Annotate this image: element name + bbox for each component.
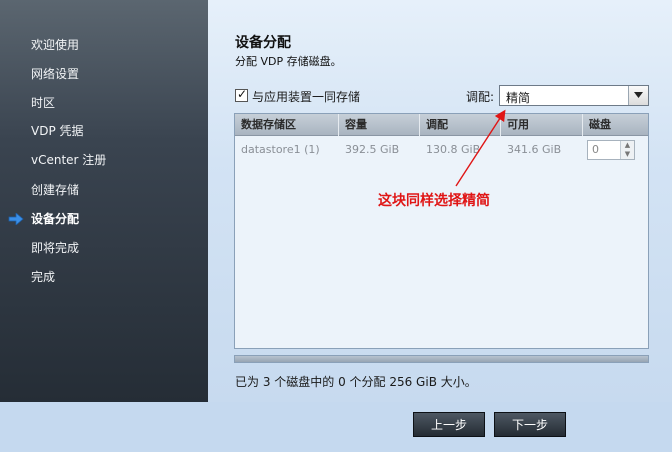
column-header-available[interactable]: 可用 — [501, 114, 583, 136]
cell-available: 341.6 GiB — [507, 143, 562, 156]
table-header: 数据存储区 容量 调配 可用 磁盘 — [235, 114, 648, 136]
datastore-table: 数据存储区 容量 调配 可用 磁盘 datastore1 (1) 392.5 G… — [234, 113, 649, 349]
cell-capacity: 392.5 GiB — [345, 143, 400, 156]
provisioning-select[interactable]: 精简 — [499, 85, 649, 106]
sidebar-item-vdp-credentials[interactable]: VDP 凭据 — [31, 121, 84, 141]
sidebar-item-network[interactable]: 网络设置 — [31, 64, 79, 84]
next-button[interactable]: 下一步 — [494, 412, 566, 437]
chevron-down-icon[interactable]: ▼ — [621, 150, 634, 159]
allocation-summary: 已为 3 个磁盘中的 0 个分配 256 GiB 大小。 — [235, 375, 477, 389]
cell-datastore: datastore1 (1) — [241, 143, 320, 156]
sidebar-item-create-storage[interactable]: 创建存储 — [31, 180, 79, 200]
page-subtitle: 分配 VDP 存储磁盘。 — [235, 55, 342, 68]
checkmark-icon: ✓ — [237, 87, 248, 101]
provisioning-label: 调配: — [466, 90, 495, 104]
wizard-footer: 上一步 下一步 — [0, 402, 672, 452]
annotation-text: 这块同样选择精简 — [378, 193, 490, 209]
page-title: 设备分配 — [235, 35, 291, 51]
column-header-capacity[interactable]: 容量 — [339, 114, 420, 136]
stepper-buttons[interactable]: ▲ ▼ — [620, 141, 634, 159]
column-header-disks[interactable]: 磁盘 — [583, 114, 649, 136]
back-button[interactable]: 上一步 — [413, 412, 485, 437]
wizard-sidebar: 欢迎使用 网络设置 时区 VDP 凭据 vCenter 注册 创建存储 设备分配… — [0, 0, 208, 402]
table-row[interactable]: datastore1 (1) 392.5 GiB 130.8 GiB 341.6… — [235, 137, 648, 163]
main-panel: 设备分配 分配 VDP 存储磁盘。 ✓ 与应用装置一同存储 调配: 精简 数据存… — [208, 0, 672, 402]
disk-count-stepper[interactable]: 0 ▲ ▼ — [587, 140, 635, 160]
sidebar-item-welcome[interactable]: 欢迎使用 — [31, 35, 79, 55]
colocate-checkbox-label[interactable]: 与应用装置一同存储 — [252, 88, 360, 105]
sidebar-item-device-allocation[interactable]: 设备分配 — [31, 209, 79, 229]
column-header-provisioned[interactable]: 调配 — [420, 114, 501, 136]
sidebar-item-vcenter-registration[interactable]: vCenter 注册 — [31, 150, 106, 170]
disk-count-value: 0 — [592, 143, 599, 156]
chevron-down-icon[interactable] — [628, 86, 648, 105]
provisioning-select-value: 精简 — [506, 91, 531, 105]
sidebar-item-ready-to-complete[interactable]: 即将完成 — [31, 238, 79, 258]
sidebar-item-timezone[interactable]: 时区 — [31, 93, 55, 113]
cell-provisioned: 130.8 GiB — [426, 143, 481, 156]
column-header-datastore[interactable]: 数据存储区 — [235, 114, 339, 136]
sidebar-item-finish[interactable]: 完成 — [31, 267, 55, 287]
horizontal-scrollbar[interactable] — [234, 355, 649, 363]
chevron-up-icon[interactable]: ▲ — [621, 141, 634, 150]
colocate-checkbox[interactable]: ✓ — [235, 87, 248, 102]
arrow-right-icon — [8, 213, 24, 225]
